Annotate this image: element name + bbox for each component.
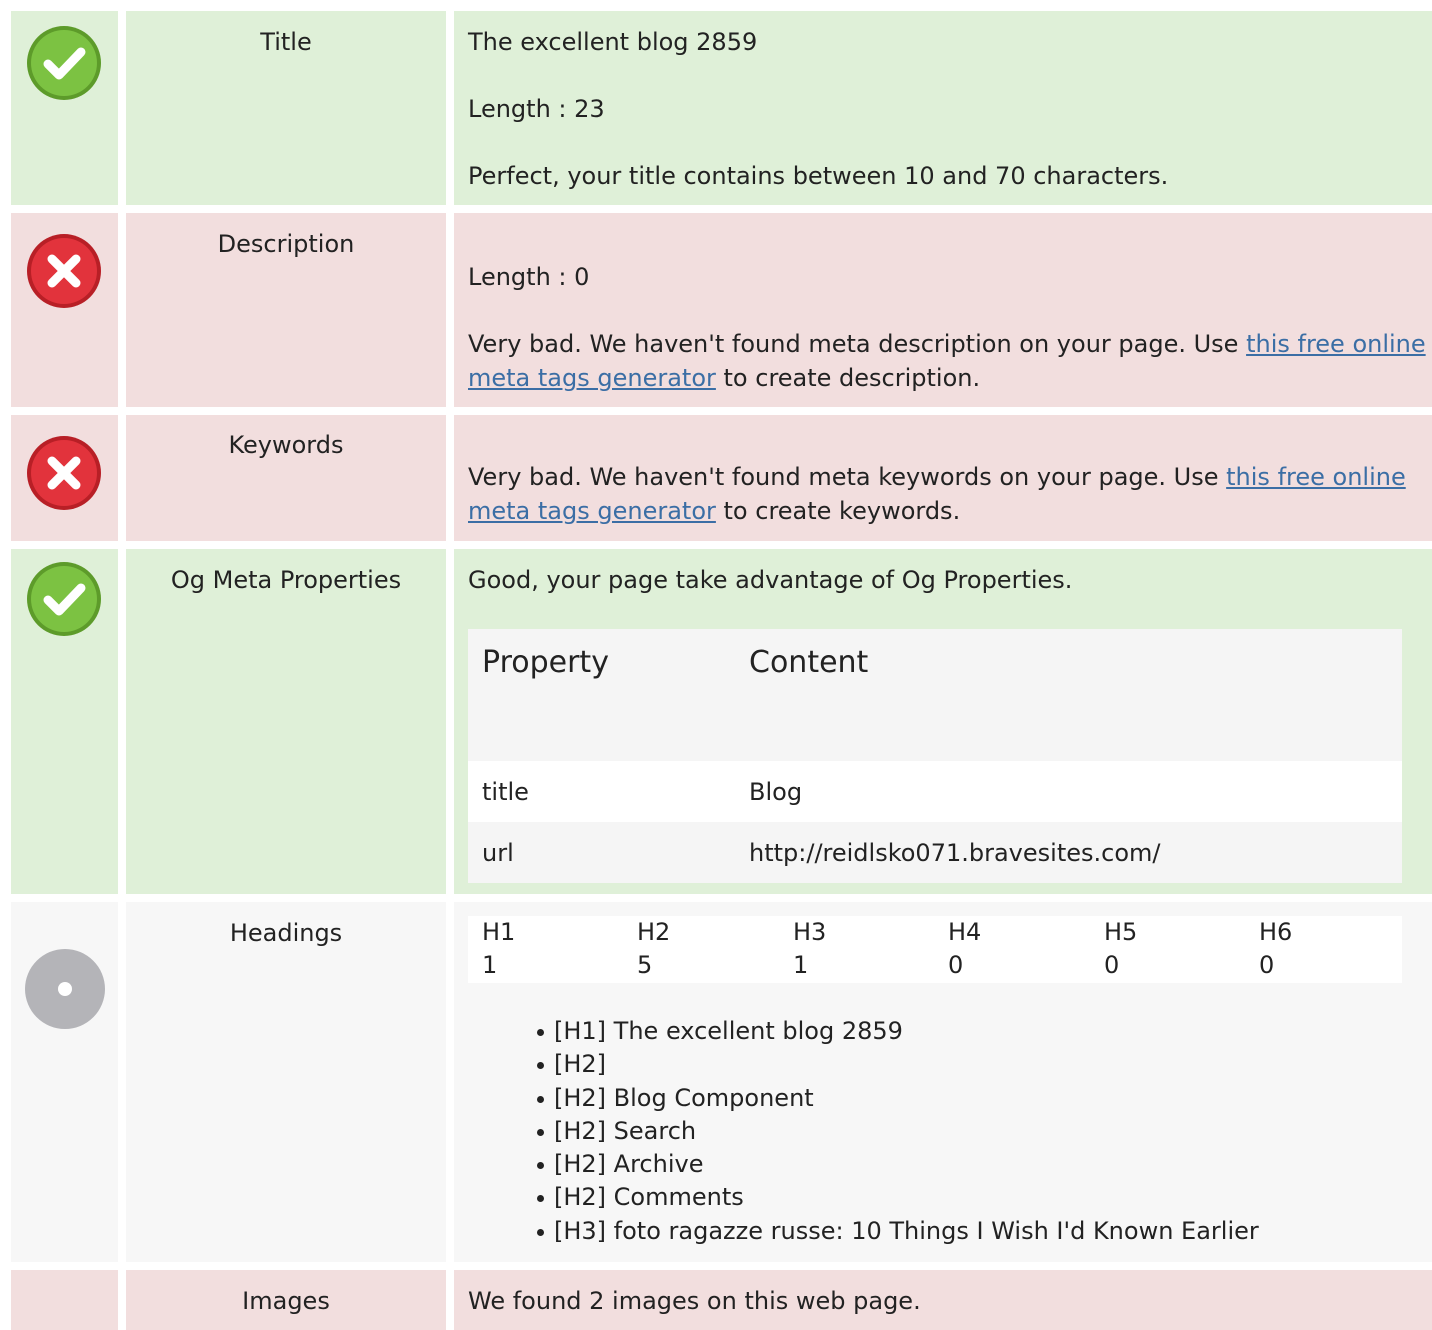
label-cell: Keywords [126,415,446,541]
row-label: Description [217,230,355,258]
heading-count-h1: H1 1 [482,918,516,979]
list-item: [H2] Search [537,1115,1259,1148]
list-item: [H1] The excellent blog 2859 [537,1015,1259,1048]
x-circle-icon [26,233,102,309]
images-message: We found 2 images on this web page. [468,1287,921,1315]
label-cell: Headings [126,902,446,1262]
heading-count-h6: H6 0 [1259,918,1293,979]
list-item: [H2] Comments [537,1181,1259,1214]
title-length: Length : 23 [468,95,605,123]
status-cell [11,549,118,894]
title-message: Perfect, your title contains between 10 … [468,162,1169,190]
heading-count-h5: H5 0 [1104,918,1138,979]
property-cell: url [482,839,514,867]
heading-count-h3: H3 1 [793,918,827,979]
label-cell: Description [126,213,446,407]
status-cell [11,11,118,205]
row-label: Keywords [228,431,344,459]
description-message: Very bad. We haven't found meta descript… [468,330,1426,392]
keywords-message: Very bad. We haven't found meta keywords… [468,463,1406,525]
description-length: Length : 0 [468,263,590,291]
row-label: Title [260,28,312,56]
list-item: [H2] [537,1048,1259,1081]
list-item: [H2] Archive [537,1148,1259,1181]
heading-counts-table: H1 1 H2 5 H3 1 H4 0 H5 0 H6 0 [468,916,1402,983]
status-cell [11,415,118,541]
title-check-row: Title The excellent blog 2859 Length : 2… [11,11,1432,205]
check-circle-icon [26,25,102,101]
detail-cell: We found 2 images on this web page. [454,1270,1432,1330]
label-cell: Images [126,1270,446,1330]
column-header-property: Property [482,645,609,680]
column-header-content: Content [749,645,869,680]
table-row: url http://reidlsko071.bravesites.com/ [468,822,1402,883]
detail-cell: H1 1 H2 5 H3 1 H4 0 H5 0 H6 0 [H1] The excelle… [454,902,1432,1262]
row-label: Headings [229,919,343,947]
heading-count-h2: H2 5 [637,918,671,979]
list-item: [H3] foto ragazze russe: 10 Things I Wis… [537,1215,1259,1248]
label-cell: Og Meta Properties [126,549,446,894]
detail-cell: Length : 0 Very bad. We haven't found me… [454,213,1432,407]
detail-cell: The excellent blog 2859 Length : 23 Perf… [454,11,1432,205]
status-cell [11,902,118,1262]
content-cell: Blog [749,778,803,806]
heading-count-h4: H4 0 [948,918,982,979]
images-check-row: Images We found 2 images on this web pag… [11,1270,1432,1330]
title-value: The excellent blog 2859 [468,28,758,56]
row-label: Og Meta Properties [170,566,402,594]
status-cell [11,1270,118,1330]
list-item: [H2] Blog Component [537,1082,1259,1115]
detail-cell: Very bad. We haven't found meta keywords… [454,415,1432,541]
table-header: Property Content [468,629,1402,761]
table-row: title Blog [468,761,1402,822]
keywords-check-row: Keywords Very bad. We haven't found meta… [11,415,1432,541]
check-circle-icon [26,561,102,637]
property-cell: title [482,778,529,806]
og-message: Good, your page take advantage of Og Pro… [468,566,1073,594]
label-cell: Title [126,11,446,205]
description-check-row: Description Length : 0 Very bad. We have… [11,213,1432,407]
headings-list: [H1] The excellent blog 2859 [H2] [H2] B… [537,1015,1259,1248]
row-label: Images [242,1287,330,1315]
og-properties-check-row: Og Meta Properties Good, your page take … [11,549,1432,894]
detail-cell: Good, your page take advantage of Og Pro… [454,549,1432,894]
headings-check-row: Headings H1 1 H2 5 H3 1 H4 0 H5 0 H6 0 [H1] Th… [11,902,1432,1262]
status-cell [11,213,118,407]
og-properties-table: Property Content title Blog url http://r… [468,629,1402,883]
info-circle-icon [24,948,106,1030]
x-circle-icon [26,435,102,511]
content-cell: http://reidlsko071.bravesites.com/ [749,839,1161,867]
